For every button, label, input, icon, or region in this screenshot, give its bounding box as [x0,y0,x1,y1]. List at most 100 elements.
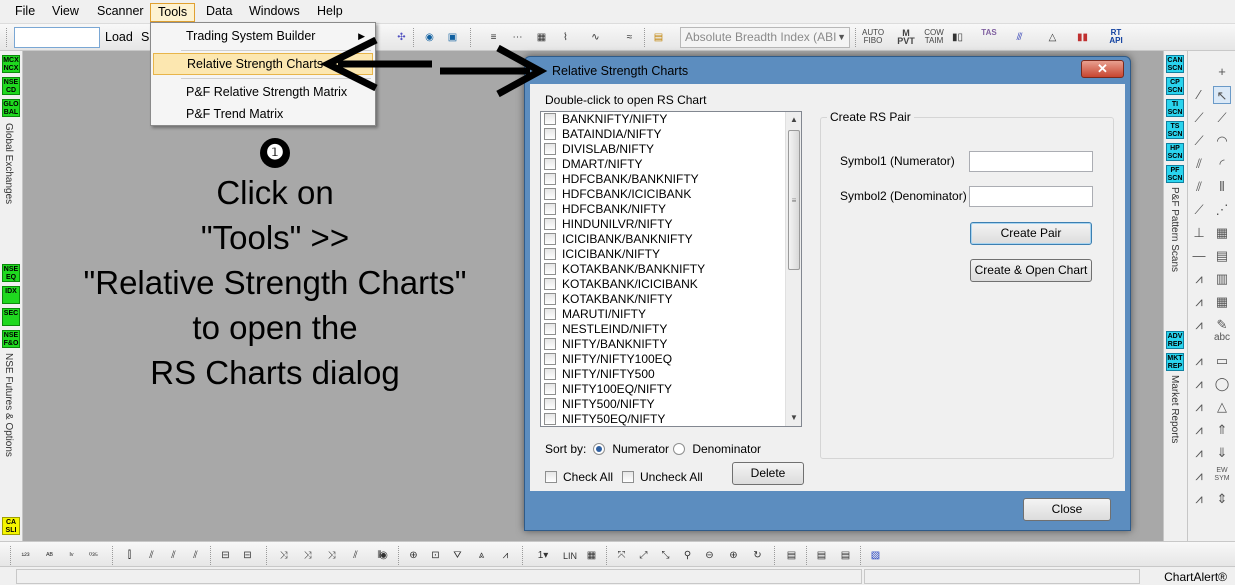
parallel-icon[interactable]: ⫽ [1190,178,1208,196]
uncheck-all-checkbox[interactable] [622,471,634,483]
radio-denominator[interactable] [673,443,685,455]
elliott-symbol-icon[interactable]: EW SYM [1213,467,1231,485]
menu-file[interactable]: File [8,3,42,22]
pattern-icon[interactable]: △ [1043,28,1062,47]
wave-icon[interactable]: ⩘ [1190,444,1208,462]
ca-sli-button[interactable]: CA SLI [2,517,20,535]
line-chart-icon[interactable]: ⌇ [556,28,575,47]
wave-icon[interactable]: ⩘ [1190,375,1208,393]
rs-pair-item[interactable]: BATAINDIA/NIFTY [541,127,801,142]
report-icon[interactable]: ▤ [836,546,855,565]
ellipse-icon[interactable]: ◯ [1213,375,1231,393]
check-all-option[interactable]: Check All [545,470,613,484]
magnifier-icon[interactable]: ⚲ [678,546,697,565]
triangle-icon[interactable]: △ [1213,398,1231,416]
indicator-icon[interactable]: ⋯ [508,28,527,47]
rs-pair-checkbox[interactable] [544,128,556,140]
nse-futures-options-label[interactable]: NSE Futures & Options [3,353,14,457]
rs-pair-item[interactable]: HDFCBANK/NIFTY [541,202,801,217]
ts-scan-button[interactable]: TS SCN [1166,121,1184,139]
rectangle-icon[interactable]: ▭ [1213,352,1231,370]
wave-icon[interactable]: ⩘ [1190,467,1208,485]
matrix-icon[interactable]: ▦ [1213,293,1231,311]
rs-pair-item[interactable]: ICICIBANK/NIFTY [541,247,801,262]
bars-icon[interactable]: ⫽ [164,546,183,565]
shuffle-icon[interactable]: ✣ [392,28,411,47]
rs-pair-checkbox[interactable] [544,308,556,320]
rs-pair-item[interactable]: NIFTY500/NIFTY [541,397,801,412]
vertical-line-icon[interactable]: ⊥ [1190,224,1208,242]
arrow-down-icon[interactable]: ⇓ [1213,444,1231,462]
rs-pair-checkbox[interactable] [544,323,556,335]
rs-pair-item[interactable]: DIVISLAB/NIFTY [541,142,801,157]
pf-scan-button[interactable]: PF SCN [1166,165,1184,183]
pf-pattern-scans-label[interactable]: P&F Pattern Scans [1169,187,1180,272]
rs-pair-checkbox[interactable] [544,398,556,410]
menu-item-pf-rs-matrix[interactable]: P&F Relative Strength Matrix [153,81,373,103]
horizontal-line-icon[interactable]: — [1190,247,1208,265]
label-ivx-icon[interactable]: ᴵᵛ [62,546,81,565]
menu-view[interactable]: View [45,3,86,22]
lines-icon[interactable]: ⫽ [346,546,365,565]
fib-icon[interactable]: ⊟ [216,546,235,565]
ma-icon[interactable]: ≈ [620,28,639,47]
grid-icon[interactable]: ▦ [1213,224,1231,242]
rs-pair-item[interactable]: ICICIBANK/BANKNIFTY [541,232,801,247]
bars-icon[interactable]: ⫿ [120,546,139,565]
symbol2-input[interactable] [969,186,1093,207]
globe-icon[interactable]: ◉ [420,28,439,47]
rs-pair-item[interactable]: NIFTY/BANKNIFTY [541,337,801,352]
breadth-index-select[interactable]: Absolute Breadth Index (ABI ▼ [680,27,850,48]
label-abc-icon[interactable]: ᴬᴮ [40,546,59,565]
rs-pair-checkbox[interactable] [544,383,556,395]
zoom-in-icon[interactable]: ⊕ [724,546,743,565]
fib-icon[interactable]: ⊟ [238,546,257,565]
scroll-up-icon[interactable]: ▲ [786,112,801,128]
trendline-icon[interactable]: ∕ [1190,86,1208,104]
scroll-down-icon[interactable]: ▼ [786,410,801,426]
fib-arc-icon[interactable]: ◜ [1213,155,1231,173]
circle-icon[interactable]: ◉ [374,546,393,565]
wave-icon[interactable]: ⩘ [1190,352,1208,370]
delete-button[interactable]: Delete [732,462,804,485]
hp-scan-button[interactable]: HP SCN [1166,143,1184,161]
zoom-expand-icon[interactable]: ⤢ [634,546,653,565]
target-icon[interactable]: ⊡ [426,546,445,565]
toolbar-s-label[interactable]: S [141,30,149,44]
ti-scan-button[interactable]: TI SCN [1166,99,1184,117]
candle-scan-button[interactable]: CAN SCN [1166,55,1184,73]
rs-pair-item[interactable]: DMART/NIFTY [541,157,801,172]
wave-icon[interactable]: ⩘ [1190,270,1208,288]
global-button[interactable]: GLO BAL [2,99,20,117]
rt-api-button[interactable]: RT API [1105,29,1127,45]
rs-pair-item[interactable]: KOTAKBANK/ICICIBANK [541,277,801,292]
bars-icon[interactable]: ⫽ [142,546,161,565]
ray-icon[interactable]: ⟋ [1213,109,1231,127]
rs-pair-checkbox[interactable] [544,368,556,380]
menu-windows[interactable]: Windows [242,3,307,22]
check-all-checkbox[interactable] [545,471,557,483]
window-icon[interactable]: ▣ [443,28,462,47]
list-scrollbar[interactable]: ▲ ≡ ▼ [785,112,801,426]
close-button[interactable]: Close [1023,498,1111,521]
nse-fo-button[interactable]: NSE F&O [2,330,20,348]
andrews-icon[interactable]: ⟋ [1190,201,1208,219]
plus-icon[interactable]: ⊕ [404,546,423,565]
symbol1-input[interactable] [969,151,1093,172]
menu-scanner[interactable]: Scanner [90,3,151,22]
sort-numerator-option[interactable]: Numerator [593,442,669,456]
menu-data[interactable]: Data [199,3,239,22]
zoom-out-icon[interactable]: ⊖ [700,546,719,565]
menu-help[interactable]: Help [310,3,350,22]
fan-icon[interactable]: ⋰ [1213,201,1231,219]
swing-icon[interactable]: ⤨ [274,546,293,565]
channel-icon[interactable]: ⫽ [1190,155,1208,173]
indicator-icon[interactable]: ≡ [484,28,503,47]
pattern-icon[interactable]: ⛛ [448,546,467,565]
refresh-icon[interactable]: ↻ [748,546,767,565]
sec-button[interactable]: SEC [2,308,20,326]
swing-icon[interactable]: ⤨ [298,546,317,565]
mcx-ncx-button[interactable]: MCX NCX [2,55,20,73]
rs-pair-item[interactable]: BANKNIFTY/NIFTY [541,112,801,127]
bars-icon[interactable]: ⫽ [186,546,205,565]
